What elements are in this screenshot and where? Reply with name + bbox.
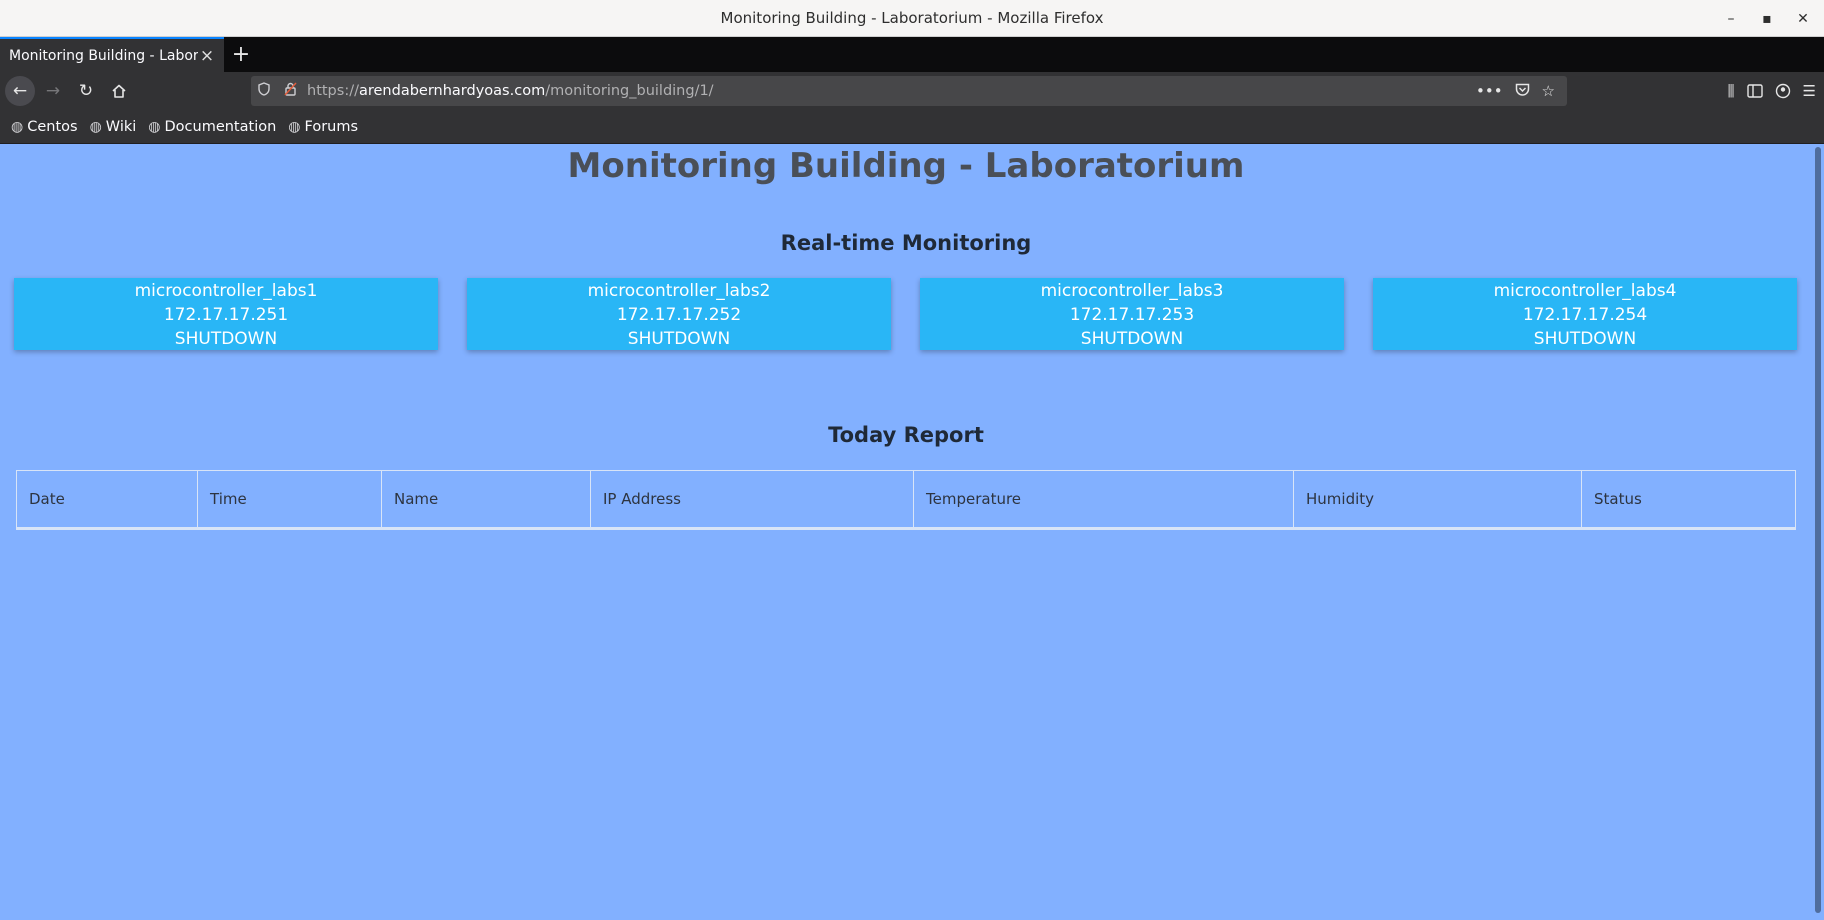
device-card: microcontroller_labs3 172.17.17.253 SHUT… — [920, 278, 1344, 350]
url-bar[interactable]: https://arendabernhardyoas.com/monitorin… — [251, 76, 1567, 106]
column-header-name: Name — [381, 470, 591, 530]
bookmark-label: Forums — [304, 118, 359, 135]
url-scheme: https:// — [307, 83, 359, 99]
page-content: Monitoring Building - Laboratorium Real-… — [0, 144, 1812, 920]
bookmark-label: Wiki — [105, 118, 137, 135]
device-card: microcontroller_labs2 172.17.17.252 SHUT… — [467, 278, 891, 350]
tracking-protection-shield-icon[interactable] — [251, 82, 277, 100]
page-actions-icon[interactable]: ••• — [1476, 82, 1503, 100]
tab-bar: Monitoring Building - Laborat × + — [0, 37, 1824, 72]
column-header-ip-address: IP Address — [590, 470, 914, 530]
library-icon[interactable]: ⫼ — [1728, 82, 1735, 100]
device-name: microcontroller_labs4 — [1493, 281, 1677, 301]
bookmark-label: Documentation — [164, 118, 277, 135]
table-header-row: Date Time Name IP Address Temperature Hu… — [16, 470, 1796, 530]
device-ip: 172.17.17.254 — [1522, 305, 1648, 325]
bookmarks-toolbar: ◍ Centos ◍ Wiki ◍ Documentation ◍ Forums — [0, 110, 1824, 144]
device-status: SHUTDOWN — [174, 329, 278, 349]
column-header-status: Status — [1581, 470, 1796, 530]
sidebar-icon[interactable] — [1746, 84, 1763, 98]
arrow-right-icon: → — [45, 81, 61, 101]
device-cards: microcontroller_labs1 172.17.17.251 SHUT… — [14, 278, 1798, 350]
plus-icon: + — [231, 42, 251, 67]
back-button[interactable]: ← — [5, 76, 35, 106]
new-tab-button[interactable]: + — [224, 37, 258, 72]
bookmark-forums[interactable]: ◍ Forums — [288, 119, 358, 135]
toolbar-right: ⫼ ☰ — [1728, 76, 1816, 106]
url-host: arendabernhardyoas.com — [358, 83, 546, 99]
forward-button[interactable]: → — [38, 76, 68, 106]
insecure-lock-icon[interactable] — [277, 82, 303, 100]
realtime-monitoring-heading: Real-time Monitoring — [780, 231, 1032, 255]
globe-icon: ◍ — [148, 118, 161, 135]
url-text[interactable]: https://arendabernhardyoas.com/monitorin… — [303, 83, 1476, 99]
globe-icon: ◍ — [288, 118, 301, 135]
page-scrollbar[interactable] — [1812, 144, 1824, 920]
bookmark-star-icon[interactable]: ☆ — [1542, 82, 1555, 100]
bookmark-documentation[interactable]: ◍ Documentation — [148, 119, 276, 135]
tab-title: Monitoring Building - Laborat — [9, 47, 198, 64]
device-name: microcontroller_labs3 — [1040, 281, 1224, 301]
arrow-left-icon: ← — [12, 81, 28, 101]
minimize-icon[interactable]: – — [1724, 11, 1738, 27]
reload-icon: ↻ — [78, 81, 94, 101]
device-ip: 172.17.17.251 — [163, 305, 289, 325]
today-report-heading: Today Report — [828, 423, 984, 447]
home-button[interactable] — [104, 76, 134, 106]
window-title: Monitoring Building - Laboratorium - Moz… — [720, 9, 1104, 27]
column-header-time: Time — [197, 470, 382, 530]
menu-icon[interactable]: ☰ — [1803, 82, 1816, 100]
device-name: microcontroller_labs1 — [134, 281, 318, 301]
window-titlebar: Monitoring Building - Laboratorium - Moz… — [0, 0, 1824, 37]
pocket-icon[interactable] — [1515, 82, 1530, 97]
account-icon[interactable] — [1775, 83, 1791, 99]
device-status: SHUTDOWN — [1533, 329, 1637, 349]
column-header-humidity: Humidity — [1293, 470, 1582, 530]
device-card: microcontroller_labs4 172.17.17.254 SHUT… — [1373, 278, 1797, 350]
tab-close-icon[interactable]: × — [198, 46, 216, 66]
device-name: microcontroller_labs2 — [587, 281, 771, 301]
bookmark-centos[interactable]: ◍ Centos — [11, 119, 78, 135]
close-window-icon[interactable]: ✕ — [1796, 11, 1810, 27]
bookmark-wiki[interactable]: ◍ Wiki — [90, 119, 137, 135]
url-path: /monitoring_building/1/ — [545, 83, 714, 99]
home-icon — [112, 84, 126, 98]
tab-monitoring-building[interactable]: Monitoring Building - Laborat × — [0, 37, 224, 72]
device-status: SHUTDOWN — [627, 329, 731, 349]
globe-icon: ◍ — [89, 118, 102, 135]
device-ip: 172.17.17.252 — [616, 305, 742, 325]
bookmark-label: Centos — [27, 118, 78, 135]
device-card: microcontroller_labs1 172.17.17.251 SHUT… — [14, 278, 438, 350]
page-title: Monitoring Building - Laboratorium — [567, 146, 1245, 186]
globe-icon: ◍ — [11, 118, 24, 135]
window-controls: – ▪ ✕ — [1724, 0, 1810, 37]
column-header-temperature: Temperature — [913, 470, 1294, 530]
column-header-date: Date — [16, 470, 198, 530]
today-report-table: Date Time Name IP Address Temperature Hu… — [16, 470, 1796, 530]
reload-button[interactable]: ↻ — [71, 76, 101, 106]
device-ip: 172.17.17.253 — [1069, 305, 1195, 325]
device-status: SHUTDOWN — [1080, 329, 1184, 349]
scrollbar-thumb[interactable] — [1815, 147, 1821, 913]
navigation-toolbar: ← → ↻ https://arendabernhardyoas.com/mon… — [0, 72, 1824, 110]
maximize-icon[interactable]: ▪ — [1760, 11, 1774, 27]
